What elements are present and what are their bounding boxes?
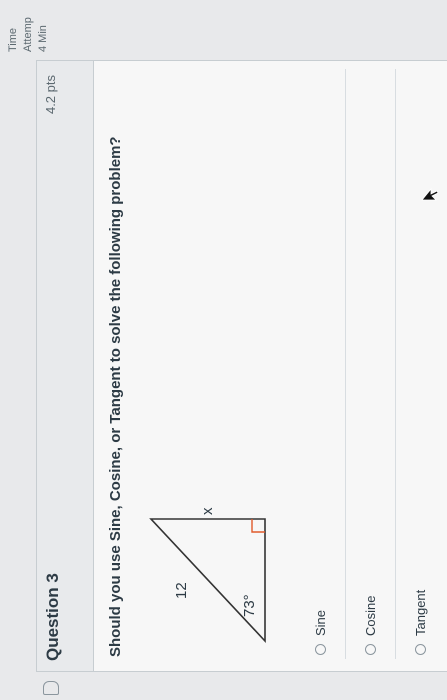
answer-option-cosine[interactable]: Cosine xyxy=(345,69,395,659)
unknown-side-label: x xyxy=(199,507,216,516)
angle-label: 73° xyxy=(241,594,258,617)
answer-label[interactable]: Tangent xyxy=(413,590,428,636)
question-text: Should you use Sine, Cosine, or Tangent … xyxy=(107,136,124,657)
radio-button[interactable] xyxy=(314,644,326,655)
time-label: Time xyxy=(7,27,19,52)
mouse-cursor-icon xyxy=(421,187,439,201)
answer-label[interactable]: Cosine xyxy=(363,596,378,636)
quiz-sidebar: Time Attemp 4 Min xyxy=(6,17,51,52)
answer-list: Sine Cosine Tangent xyxy=(295,69,445,659)
question-card: Question 3 4.2 pts Should you use Sine, … xyxy=(36,60,447,695)
rotated-page: Question 3 4.2 pts Should you use Sine, … xyxy=(0,0,447,700)
question-title: Question 3 xyxy=(43,573,62,661)
right-triangle-diagram xyxy=(149,518,266,644)
radio-button[interactable] xyxy=(415,644,426,655)
question-points: 4.2 pts xyxy=(43,75,58,115)
answer-option-sine[interactable]: Sine xyxy=(295,69,345,659)
question-header: Question 3 4.2 pts xyxy=(37,61,94,695)
triangle-figure: 12 x 73° xyxy=(143,507,273,649)
hypotenuse-label: 12 xyxy=(173,582,190,599)
flag-question-icon[interactable] xyxy=(43,681,59,695)
radio-button[interactable] xyxy=(365,644,376,655)
answer-option-tangent[interactable]: Tangent xyxy=(395,69,445,659)
answer-label[interactable]: Sine xyxy=(313,610,328,636)
attempt-label: Attemp xyxy=(22,17,34,52)
minutes-label: 4 Min xyxy=(37,25,49,52)
